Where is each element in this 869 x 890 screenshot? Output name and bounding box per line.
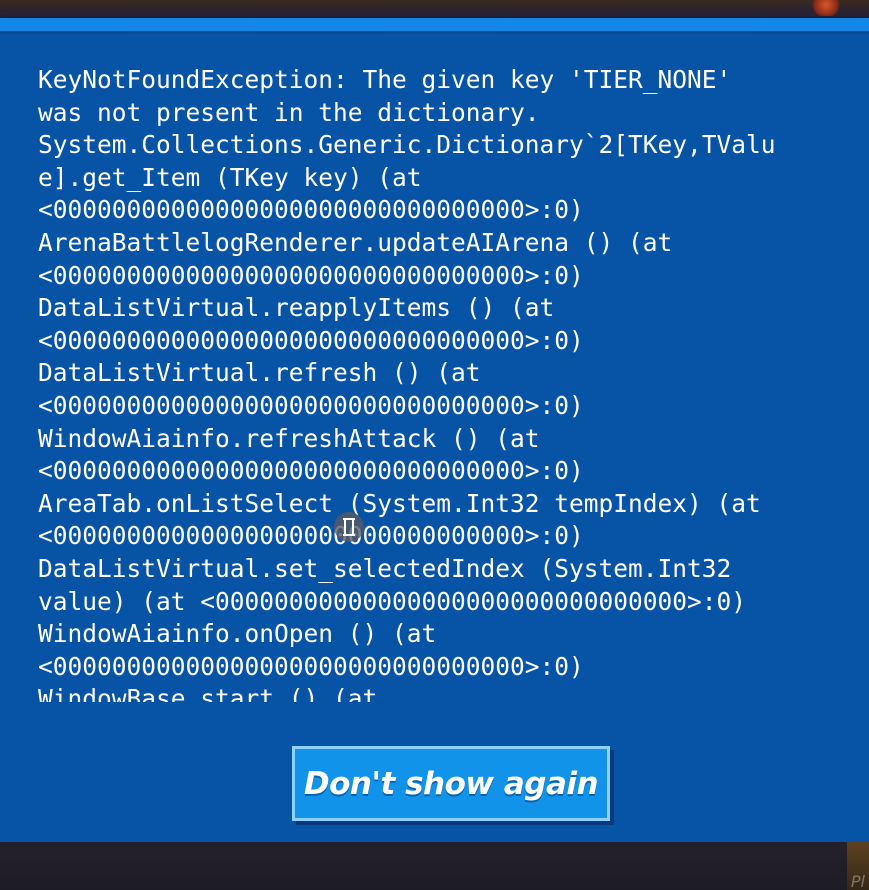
dialog-top-edge [0, 31, 869, 34]
dialog-top-bar [0, 18, 869, 31]
background-bottom [0, 842, 869, 890]
text-cursor-icon [334, 512, 364, 542]
error-log-scroll-area[interactable]: KeyNotFoundException: The given key 'TIE… [38, 64, 869, 702]
dont-show-again-label: Don't show again [303, 765, 599, 802]
dont-show-again-button[interactable]: Don't show again [292, 746, 610, 821]
background-top [0, 0, 869, 18]
background-corner-text: Pl [850, 872, 865, 890]
error-log-text: KeyNotFoundException: The given key 'TIE… [38, 65, 776, 702]
error-dialog: KeyNotFoundException: The given key 'TIE… [0, 18, 869, 842]
dont-show-again-button-wrapper: Don't show again [292, 746, 614, 825]
background-decoration [811, 0, 841, 16]
